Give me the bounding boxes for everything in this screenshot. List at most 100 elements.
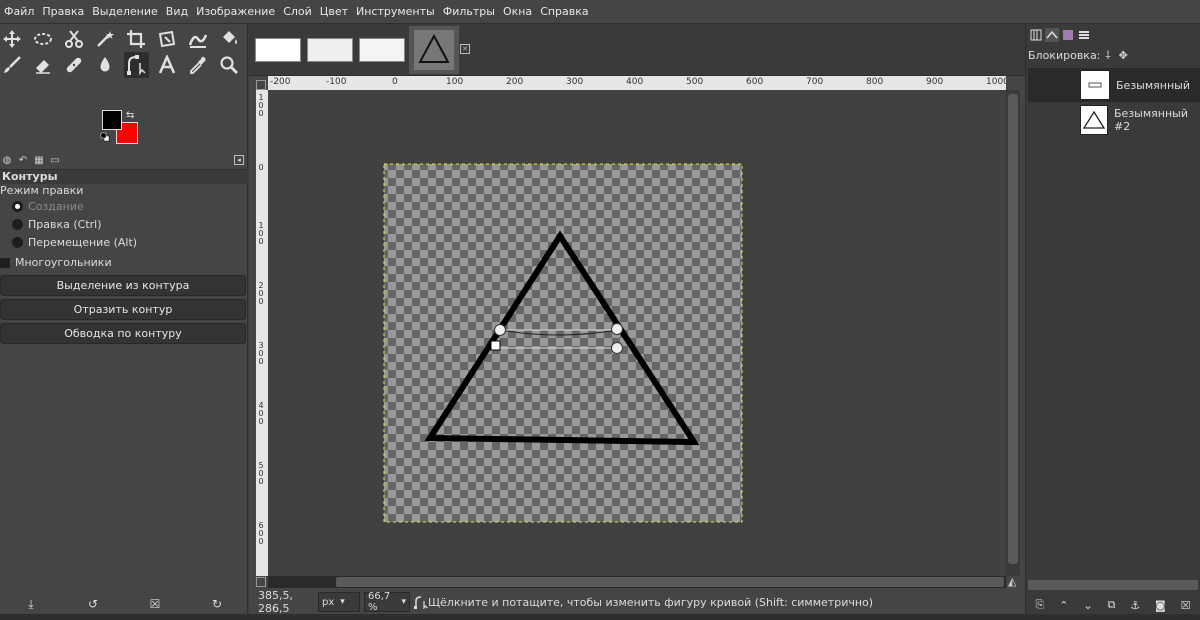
- layers-scrollbar[interactable]: [1028, 580, 1198, 590]
- paths-tool-icon[interactable]: [124, 52, 149, 78]
- image-tab-2[interactable]: [305, 26, 355, 74]
- dock-menu-icon[interactable]: ◂: [234, 155, 244, 165]
- crop-tool-icon[interactable]: [124, 26, 149, 52]
- menu-bar: Файл Правка Выделение Вид Изображение Сл…: [0, 0, 1200, 24]
- polygonal-checkbox[interactable]: Многоугольники: [0, 256, 112, 269]
- anchor-layer-icon[interactable]: ⚓: [1130, 599, 1140, 612]
- ruler-label: -100: [326, 77, 347, 87]
- menu-image[interactable]: Изображение: [192, 0, 279, 24]
- lock-position-icon[interactable]: ✥: [1119, 49, 1128, 62]
- menu-file[interactable]: Файл: [0, 0, 38, 24]
- default-colors-icon[interactable]: [100, 132, 110, 142]
- add-mask-icon[interactable]: ◙: [1155, 599, 1166, 612]
- unified-transform-icon[interactable]: [155, 26, 180, 52]
- menu-select[interactable]: Выделение: [88, 0, 162, 24]
- menu-view[interactable]: Вид: [162, 0, 192, 24]
- reset-options-icon[interactable]: ↻: [209, 596, 225, 612]
- layer-thumbnail: [1080, 105, 1108, 135]
- delete-options-icon[interactable]: ☒: [147, 596, 163, 612]
- scroll-thumb[interactable]: [336, 577, 1004, 587]
- restore-options-icon[interactable]: ↺: [85, 596, 101, 612]
- ellipse-select-icon[interactable]: [31, 26, 56, 52]
- lock-pixels-icon[interactable]: ⸸: [1105, 48, 1110, 63]
- layers-dock-tabs: [1026, 26, 1200, 44]
- mode-move-radio[interactable]: Перемещение (Alt): [12, 236, 137, 249]
- bucket-fill-icon[interactable]: [217, 26, 242, 52]
- save-options-icon[interactable]: ⤓: [23, 596, 39, 612]
- image-tab-3[interactable]: [357, 26, 407, 74]
- path-handle[interactable]: [611, 342, 623, 354]
- vertical-scrollbar[interactable]: [1006, 90, 1020, 576]
- menu-windows[interactable]: Окна: [499, 0, 536, 24]
- new-layer-group-icon[interactable]: ⎘: [1035, 598, 1044, 612]
- undo-history-tab-icon[interactable]: ↶: [16, 154, 30, 168]
- tool-options-tab-icon[interactable]: ◍: [0, 154, 14, 168]
- unit-select[interactable]: px ▾: [318, 592, 360, 612]
- menu-colors[interactable]: Цвет: [316, 0, 352, 24]
- mirror-path-button[interactable]: Отразить контур: [0, 299, 246, 320]
- menu-help[interactable]: Справка: [536, 0, 592, 24]
- warp-transform-icon[interactable]: [186, 26, 211, 52]
- quick-mask-icon[interactable]: [256, 577, 266, 587]
- brushes-tab-icon[interactable]: [1077, 28, 1091, 42]
- status-message-text: Щёлкните и потащите, чтобы изменить фигу…: [428, 595, 874, 609]
- image-tab-1[interactable]: [253, 26, 303, 74]
- mode-edit-radio[interactable]: Правка (Ctrl): [12, 218, 102, 231]
- smudge-tool-icon[interactable]: [93, 52, 118, 78]
- paths-tab-icon[interactable]: [1061, 28, 1075, 42]
- menu-filters[interactable]: Фильтры: [439, 0, 499, 24]
- image-canvas[interactable]: [268, 90, 1006, 576]
- scissors-select-icon[interactable]: [62, 26, 87, 52]
- paintbrush-icon[interactable]: [0, 52, 25, 78]
- path-anchor[interactable]: [490, 340, 501, 351]
- zoom-tool-icon[interactable]: [217, 52, 242, 78]
- horizontal-ruler[interactable]: -200 -100 0 100 200 300 400 500 600 700 …: [268, 76, 1006, 90]
- path-handle[interactable]: [494, 324, 506, 336]
- color-picker-icon[interactable]: [186, 52, 211, 78]
- text-tool-icon[interactable]: [155, 52, 180, 78]
- canvas-area[interactable]: [268, 90, 1006, 576]
- layer-row[interactable]: Безымянный #2: [1028, 103, 1200, 137]
- swap-colors-icon[interactable]: ⇆: [126, 110, 134, 121]
- fuzzy-select-icon[interactable]: [93, 26, 118, 52]
- menu-layer[interactable]: Слой: [279, 0, 316, 24]
- toolbox-footer: ⤓ ↺ ☒ ↻: [0, 594, 248, 614]
- move-tool-icon[interactable]: [0, 26, 25, 52]
- raise-layer-icon[interactable]: ⌃: [1059, 599, 1068, 612]
- lower-layer-icon[interactable]: ⌄: [1083, 599, 1092, 612]
- selection-from-path-button[interactable]: Выделение из контура: [0, 275, 246, 296]
- delete-layer-icon[interactable]: ☒: [1181, 599, 1191, 612]
- images-tab-icon[interactable]: ▦: [32, 154, 46, 168]
- duplicate-layer-icon[interactable]: ⧉: [1107, 598, 1115, 612]
- layers-footer: ⎘ ⌃ ⌄ ⧉ ⚓ ◙ ☒: [1028, 596, 1198, 614]
- ruler-label: 900: [926, 77, 944, 87]
- ruler-label: 400: [626, 77, 644, 87]
- vertical-ruler[interactable]: 1 0 0 0 1 0 0 2 0 0 3 0 0 4 0 0 5 0 0 6 …: [256, 90, 268, 576]
- eraser-icon[interactable]: [31, 52, 56, 78]
- menu-edit[interactable]: Правка: [38, 0, 88, 24]
- image-tab-thumbnail: [307, 38, 353, 62]
- ruler-label: 4 0 0: [258, 401, 264, 426]
- mode-design-label: Создание: [28, 200, 84, 213]
- heal-tool-icon[interactable]: [62, 52, 87, 78]
- ruler-label: 0: [392, 77, 398, 87]
- mode-edit-label: Правка (Ctrl): [28, 218, 102, 231]
- stroke-path-button[interactable]: Обводка по контуру: [0, 323, 246, 344]
- ruler-corner-icon[interactable]: [256, 80, 266, 90]
- layers-tab-icon[interactable]: [1029, 28, 1043, 42]
- navigate-icon[interactable]: ◭: [1008, 576, 1020, 588]
- chevron-down-icon: ▾: [340, 597, 345, 607]
- close-tab-icon[interactable]: ✕: [460, 44, 470, 54]
- foreground-color-swatch[interactable]: [102, 110, 122, 130]
- channels-tab-icon[interactable]: [1045, 28, 1059, 42]
- layer-row[interactable]: Безымянный: [1028, 68, 1200, 102]
- image-tab-4[interactable]: [409, 26, 459, 74]
- scroll-thumb[interactable]: [1008, 94, 1018, 564]
- zoom-select[interactable]: 66,7 % ▾: [364, 591, 410, 613]
- menu-tools[interactable]: Инструменты: [352, 0, 439, 24]
- path-handle[interactable]: [611, 323, 623, 335]
- mode-design-radio[interactable]: Создание: [12, 200, 84, 213]
- horizontal-scrollbar[interactable]: [268, 576, 1006, 588]
- device-status-tab-icon[interactable]: ▭: [48, 154, 62, 168]
- pointer-coordinates: 385,5, 286,5: [258, 589, 293, 615]
